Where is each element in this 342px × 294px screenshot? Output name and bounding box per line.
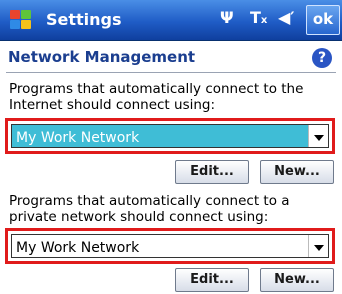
- private-new-button[interactable]: New...: [260, 268, 334, 292]
- signal-off-icon[interactable]: Tx: [250, 8, 267, 27]
- title-bar: Settings Ψ Tx ◀′ ok: [0, 0, 342, 41]
- private-selected-value: My Work Network: [16, 240, 140, 256]
- internet-network-select[interactable]: My Work Network: [11, 124, 329, 148]
- private-description: Programs that automatically connect to a…: [9, 193, 290, 225]
- internet-combo-highlight: My Work Network: [5, 118, 335, 154]
- help-icon[interactable]: ?: [312, 48, 332, 68]
- private-network-select[interactable]: My Work Network: [11, 234, 329, 258]
- ok-button[interactable]: ok: [306, 5, 340, 35]
- page-title: Network Management: [8, 48, 196, 66]
- internet-new-button[interactable]: New...: [260, 160, 334, 184]
- volume-icon[interactable]: ◀′: [278, 8, 295, 27]
- internet-selected-value: My Work Network: [16, 130, 140, 146]
- chevron-down-icon[interactable]: [308, 235, 328, 257]
- internet-description: Programs that automatically connect to t…: [9, 81, 304, 113]
- window-title: Settings: [46, 10, 122, 29]
- header-divider: [6, 72, 336, 73]
- private-combo-highlight: My Work Network: [5, 228, 335, 264]
- antenna-icon[interactable]: Ψ: [220, 8, 234, 27]
- internet-edit-button[interactable]: Edit...: [175, 160, 249, 184]
- chevron-down-icon[interactable]: [308, 125, 328, 147]
- private-edit-button[interactable]: Edit...: [175, 268, 249, 292]
- start-button[interactable]: [4, 4, 38, 36]
- windows-flag-icon: [10, 10, 32, 30]
